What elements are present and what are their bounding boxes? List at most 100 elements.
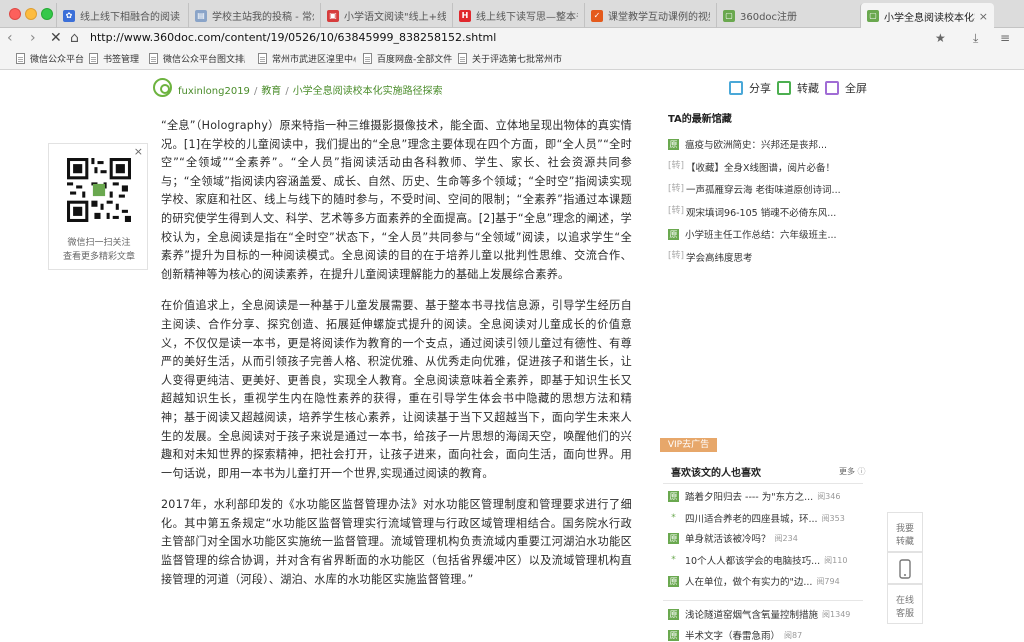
download-icon[interactable]: ⤓	[973, 29, 978, 47]
wechat-qr-widget: × 微信扫一扫关注 查看更多精彩文章	[48, 143, 148, 270]
browser-tab[interactable]: ▢ 小学全息阅读校本化实施×	[860, 3, 994, 29]
repost-icon	[777, 81, 791, 95]
forward-icon[interactable]: ›	[30, 29, 36, 47]
item-tag-badge: 原	[668, 228, 679, 240]
liked-list-item[interactable]: * 四川适合养老的四座县城，环... 阅353	[668, 511, 868, 525]
item-tag-badge: 原	[668, 575, 679, 587]
tab-label: 线上线下读写思—整本书	[476, 12, 578, 23]
qr-caption-line1: 微信扫一扫关注	[67, 238, 131, 248]
latest-list-item[interactable]: [转] 观宋填词96-105 销魂不必倚东风...	[668, 205, 863, 219]
tab-close-icon[interactable]: ×	[975, 10, 988, 23]
divider	[663, 600, 863, 601]
share-button[interactable]: 分享	[729, 80, 771, 96]
liked-list-item[interactable]: 原人在单位，做个有实力的"边... 阅794	[668, 574, 868, 588]
liked-list-item[interactable]: * 10个人人都该学会的电脑技巧... 阅110	[668, 553, 868, 567]
site-logo-icon[interactable]	[153, 78, 172, 97]
item-tag-badge: 原	[668, 608, 679, 620]
item-title: 观宋填词96-105 销魂不必倚东风...	[686, 207, 837, 219]
window-minimize-button[interactable]	[25, 8, 37, 20]
document-icon	[258, 53, 267, 64]
browser-tab[interactable]: H 线上线下读写思—整本书	[452, 3, 584, 28]
url-field[interactable]: http://www.360doc.com/content/19/0526/10…	[90, 29, 960, 47]
read-count: 阅346	[817, 491, 841, 501]
browser-tab[interactable]: ▣ 小学语文阅读"线上+线	[320, 3, 452, 28]
window-close-button[interactable]	[9, 8, 21, 20]
latest-collection-title: TA的最新馆藏	[668, 114, 732, 125]
qr-code-icon	[67, 158, 131, 222]
document-icon	[16, 53, 25, 64]
tab-favicon-green-icon: ▢	[867, 10, 879, 22]
article-paragraph: “全息”（Holography）原来特指一种三维摄影摄像技术，能全面、立体地呈现…	[161, 119, 632, 281]
article-body: “全息”（Holography）原来特指一种三维摄影摄像技术，能全面、立体地呈现…	[161, 117, 632, 602]
latest-list-item[interactable]: 原瘟疫与欧洲简史：兴邦还是丧邦...	[668, 137, 863, 151]
stop-icon[interactable]: ✕	[50, 29, 62, 47]
float-service-button[interactable]: 在线 客服	[887, 584, 923, 624]
liked-list-item[interactable]: 原单身就活该被冷吗？ 阅234	[668, 531, 868, 545]
tab-favicon-orange-icon: ✓	[591, 9, 603, 22]
tab-label: 课堂教学互动课例的视频	[608, 12, 710, 23]
tab-favicon-green-icon: ▢	[723, 9, 735, 22]
bookmark-item[interactable]: 百度网盘-全部文件	[363, 52, 452, 65]
vip-remove-ads-button[interactable]: VIP去广告	[660, 438, 717, 452]
browser-tab[interactable]: ▢ 360doc注册	[716, 3, 860, 28]
fullscreen-button[interactable]: 全屏	[825, 80, 867, 96]
read-count: 阅794	[816, 576, 840, 586]
tab-favicon-red-icon: ▣	[327, 9, 339, 22]
repost-button[interactable]: 转藏	[777, 80, 819, 96]
category-link[interactable]: 教育	[261, 86, 281, 97]
item-title: 【收藏】全身X线图谱，阅片必备！	[686, 162, 836, 174]
item-tag-badge: [转]	[668, 183, 685, 194]
tab-label: 小学语文阅读"线上+线	[344, 12, 446, 23]
item-tag-badge: 原	[668, 532, 679, 544]
latest-list-item[interactable]: 原小学班主任工作总结：六年级班主...	[668, 227, 863, 241]
home-icon[interactable]: ⌂	[70, 29, 79, 47]
browser-tab[interactable]: ✓ 课堂教学互动课例的视频	[584, 3, 716, 28]
tab-favicon-red-icon: H	[459, 9, 471, 22]
latest-list-item[interactable]: [转] 一声孤雁穿云海 老街味道原创诗词...	[668, 182, 863, 197]
item-title: 单身就活该被冷吗？	[685, 534, 771, 545]
read-count: 阅110	[824, 555, 848, 565]
tab-label: 学校主站我的投稿 - 常州	[212, 12, 314, 23]
item-title: 瘟疫与欧洲简史：兴邦还是丧邦...	[685, 140, 828, 151]
liked-list-item[interactable]: 原浅论隧道窑烟气含氧量控制措施 阅1349	[668, 607, 868, 621]
read-count: 阅87	[784, 630, 803, 640]
float-repost-button[interactable]: 我要 转藏	[887, 512, 923, 552]
bookmark-item[interactable]: 关于评选第七批常州市	[458, 52, 562, 65]
page-title: 小学全息阅读校本化实施路径探索	[292, 86, 443, 97]
float-mobile-button[interactable]	[887, 552, 923, 584]
item-title: 踏着夕阳归去 ---- 为"东方之...	[685, 492, 814, 503]
latest-list-item[interactable]: [转] 学会高纬度思考	[668, 250, 863, 264]
bullet-icon: *	[671, 513, 676, 523]
document-icon	[458, 53, 467, 64]
latest-list-item[interactable]: [转] 【收藏】全身X线图谱，阅片必备！	[668, 160, 863, 174]
bookmarks-bar: 微信公众平台 书签管理 微信公众平台图文排版 常州市武进区湟里中心 百度网盘-全…	[0, 48, 1024, 70]
browser-tab[interactable]: ▤ 学校主站我的投稿 - 常州	[188, 3, 320, 28]
item-title: 小学班主任工作总结：六年级班主...	[685, 230, 837, 241]
item-title: 人在单位，做个有实力的"边...	[685, 577, 813, 588]
also-liked-title: 喜欢该文的人也喜欢	[671, 468, 761, 479]
qr-caption-line2: 查看更多精彩文章	[62, 252, 135, 262]
author-link[interactable]: fuxinlong2019	[178, 86, 250, 97]
back-icon[interactable]: ‹	[7, 29, 13, 47]
read-count: 阅353	[821, 513, 845, 523]
item-tag-badge: [转]	[668, 251, 685, 261]
item-tag-badge: 原	[668, 138, 679, 150]
menu-icon[interactable]: ≡	[1000, 29, 1010, 47]
browser-tab[interactable]: ✿ 线上线下相融合的阅读	[56, 3, 188, 28]
window-zoom-button[interactable]	[41, 8, 53, 20]
bookmark-item[interactable]: 微信公众平台	[16, 52, 84, 65]
bookmark-item[interactable]: 微信公众平台图文排版	[149, 52, 245, 65]
tab-label: 线上线下相融合的阅读	[80, 12, 180, 23]
mobile-phone-icon	[899, 559, 911, 579]
bookmark-item[interactable]: 常州市武进区湟里中心	[258, 52, 356, 65]
item-tag-badge: 原	[668, 629, 679, 641]
more-link[interactable]: 更多 ⓘ	[839, 466, 866, 477]
bookmark-star-icon[interactable]: ★	[935, 29, 946, 47]
bullet-icon: *	[671, 555, 676, 565]
bookmark-item[interactable]: 书签管理	[89, 52, 139, 65]
liked-list-item[interactable]: 原踏着夕阳归去 ---- 为"东方之... 阅346	[668, 489, 868, 503]
close-icon[interactable]: ×	[134, 145, 143, 158]
document-icon	[89, 53, 98, 64]
read-count: 阅1349	[822, 609, 851, 619]
article-paragraph: 在价值追求上，全息阅读是一种基于儿童发展需要、基于整本书寻找信息源，引导学生经历…	[161, 299, 632, 480]
